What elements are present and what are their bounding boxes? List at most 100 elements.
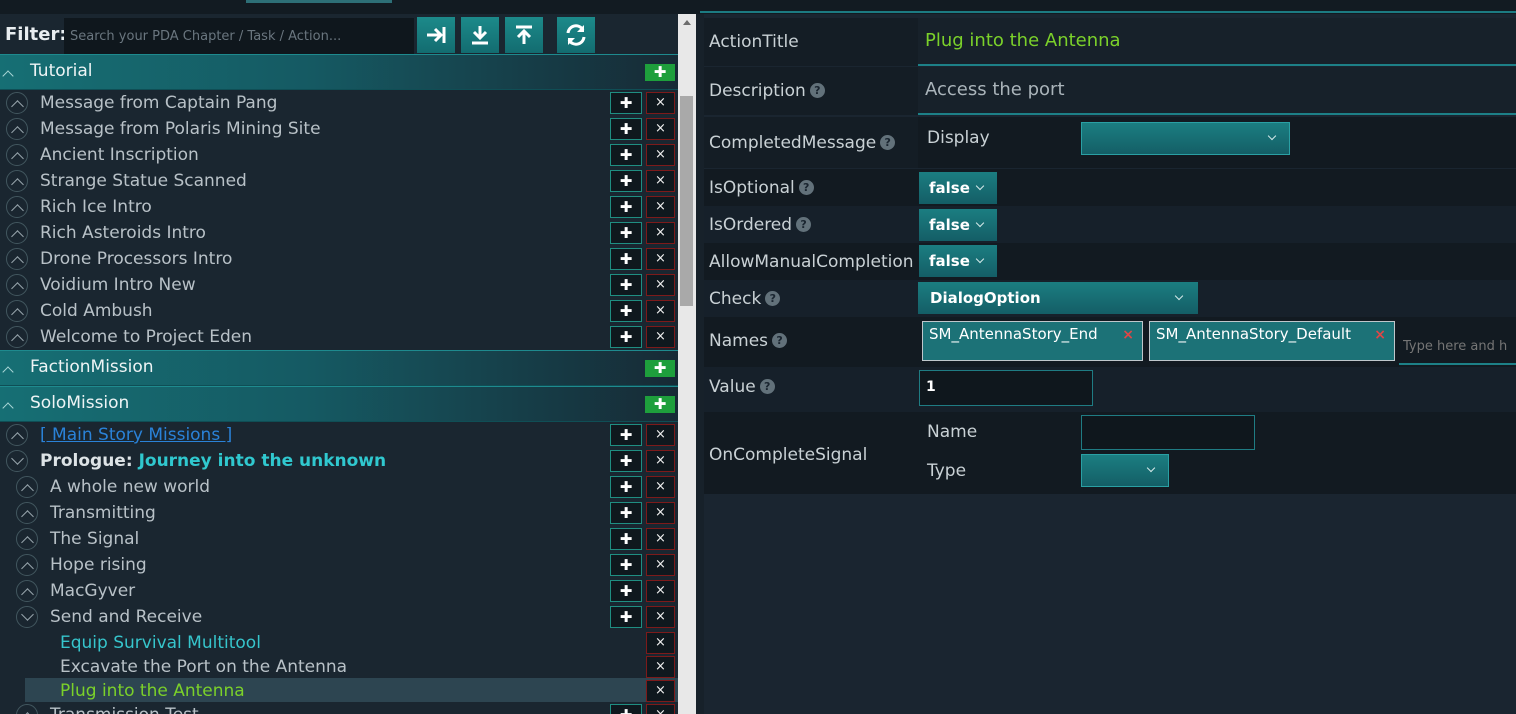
is-optional-dropdown[interactable]: false (919, 172, 997, 204)
chevron-down-icon[interactable] (6, 118, 28, 140)
tree-row[interactable]: Welcome to Project Eden ✚ × (0, 324, 678, 350)
tree-row[interactable]: Drone Processors Intro ✚ × (0, 246, 678, 272)
chevron-down-icon[interactable] (6, 326, 28, 348)
add-button[interactable]: ✚ (610, 248, 642, 270)
add-button[interactable]: ✚ (610, 92, 642, 114)
add-button[interactable]: ✚ (610, 502, 642, 524)
allow-manual-dropdown[interactable]: false (919, 245, 997, 277)
names-tag-input[interactable] (1399, 329, 1516, 365)
tree-row[interactable]: Message from Polaris Mining Site ✚ × (0, 116, 678, 142)
name-tag[interactable]: SM_AntennaStory_End × (922, 321, 1143, 361)
delete-button[interactable]: × (646, 222, 675, 244)
add-chapter-button[interactable]: ✚ (645, 64, 675, 81)
delete-button[interactable]: × (646, 502, 675, 524)
delete-button[interactable]: × (646, 326, 675, 348)
add-button[interactable]: ✚ (610, 326, 642, 348)
main-story-link[interactable]: [ Main Story Missions ] (40, 425, 232, 445)
tree-row[interactable]: Rich Ice Intro ✚ × (0, 194, 678, 220)
refresh-button[interactable] (557, 17, 595, 53)
delete-button[interactable]: × (646, 274, 675, 296)
add-button[interactable]: ✚ (610, 580, 642, 602)
delete-button[interactable]: × (646, 528, 675, 550)
tree-row[interactable]: MacGyver ✚ × (0, 578, 678, 604)
tree-row[interactable]: Ancient Inscription ✚ × (0, 142, 678, 168)
remove-tag-icon[interactable]: × (1374, 327, 1386, 343)
add-chapter-button[interactable]: ✚ (645, 396, 675, 413)
signal-name-input[interactable] (1081, 415, 1255, 450)
help-icon[interactable]: ? (772, 333, 788, 348)
delete-button[interactable]: × (646, 92, 675, 114)
add-button[interactable]: ✚ (610, 476, 642, 498)
description-input[interactable]: Access the port (918, 67, 1516, 115)
chevron-down-icon[interactable] (16, 502, 38, 524)
expand-all-button[interactable] (461, 17, 499, 53)
help-icon[interactable]: ? (796, 217, 812, 232)
chevron-down-icon[interactable] (6, 424, 28, 446)
add-button[interactable]: ✚ (610, 300, 642, 322)
search-input[interactable] (64, 18, 414, 54)
chevron-down-icon[interactable] (16, 580, 38, 602)
chevron-down-icon[interactable] (6, 222, 28, 244)
chevron-down-icon[interactable] (6, 274, 28, 296)
delete-button[interactable]: × (646, 554, 675, 576)
add-button[interactable]: ✚ (610, 606, 642, 628)
delete-button[interactable]: × (646, 196, 675, 218)
scroll-thumb[interactable] (680, 96, 693, 306)
chevron-down-icon[interactable] (6, 248, 28, 270)
action-title-input[interactable]: Plug into the Antenna (918, 18, 1516, 66)
remove-tag-icon[interactable]: × (1122, 327, 1134, 343)
tree-row[interactable]: [ Main Story Missions ] ✚ × (0, 422, 678, 448)
value-input[interactable]: 1 (919, 370, 1093, 406)
delete-button[interactable]: × (646, 476, 675, 498)
tree-scrollbar[interactable] (678, 14, 696, 714)
add-button[interactable]: ✚ (610, 196, 642, 218)
delete-button[interactable]: × (646, 144, 675, 166)
collapse-caret-icon[interactable] (2, 397, 16, 411)
chevron-down-icon[interactable] (16, 476, 38, 498)
tree-row[interactable]: Strange Statue Scanned ✚ × (0, 168, 678, 194)
add-button[interactable]: ✚ (610, 222, 642, 244)
tree-row[interactable]: Message from Captain Pang ✚ × (0, 90, 678, 116)
help-icon[interactable]: ? (880, 135, 896, 150)
tree-row[interactable]: Hope rising ✚ × (0, 552, 678, 578)
delete-button[interactable]: × (646, 118, 675, 140)
delete-button[interactable]: × (646, 580, 675, 602)
add-chapter-button[interactable]: ✚ (645, 360, 675, 377)
tree-row[interactable]: Rich Asteroids Intro ✚ × (0, 220, 678, 246)
delete-button[interactable]: × (646, 248, 675, 270)
category-solo-mission[interactable]: SoloMission ✚ (0, 386, 678, 422)
chevron-down-icon[interactable] (6, 196, 28, 218)
chevron-down-icon[interactable] (6, 92, 28, 114)
check-dropdown[interactable]: DialogOption (918, 282, 1198, 314)
expand-to-selection-button[interactable] (417, 17, 455, 53)
add-button[interactable]: ✚ (610, 704, 642, 714)
delete-button[interactable]: × (646, 680, 675, 702)
tree-row[interactable]: Send and Receive ✚ × (0, 604, 678, 630)
collapse-caret-icon[interactable] (2, 361, 16, 375)
chevron-down-icon[interactable] (16, 704, 38, 714)
action-row-selected[interactable]: Plug into the Antenna × (25, 678, 678, 702)
display-dropdown[interactable] (1081, 122, 1290, 155)
delete-button[interactable]: × (646, 450, 675, 472)
chevron-down-icon[interactable] (6, 170, 28, 192)
help-icon[interactable]: ? (759, 379, 775, 394)
help-icon[interactable]: ? (798, 180, 814, 195)
chevron-down-icon[interactable] (16, 554, 38, 576)
add-button[interactable]: ✚ (610, 274, 642, 296)
chevron-up-icon[interactable] (16, 606, 38, 628)
add-button[interactable]: ✚ (610, 170, 642, 192)
add-button[interactable]: ✚ (610, 450, 642, 472)
active-tab-indicator[interactable] (246, 0, 392, 3)
delete-button[interactable]: × (646, 632, 675, 654)
add-button[interactable]: ✚ (610, 554, 642, 576)
tree-row[interactable]: A whole new world ✚ × (0, 474, 678, 500)
add-button[interactable]: ✚ (610, 144, 642, 166)
delete-button[interactable]: × (646, 170, 675, 192)
tree-row[interactable]: Transmitting ✚ × (0, 500, 678, 526)
delete-button[interactable]: × (646, 300, 675, 322)
chevron-down-icon[interactable] (16, 528, 38, 550)
is-ordered-dropdown[interactable]: false (919, 209, 997, 241)
chevron-down-icon[interactable] (6, 300, 28, 322)
tree-row[interactable]: Voidium Intro New ✚ × (0, 272, 678, 298)
category-faction-mission[interactable]: FactionMission ✚ (0, 350, 678, 386)
